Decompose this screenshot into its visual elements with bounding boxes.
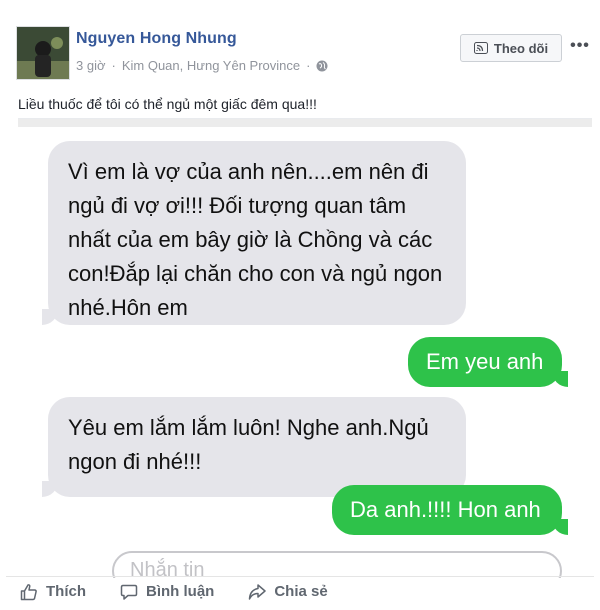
- incoming-message-bubble: Vì em là vợ của anh nên....em nên đi ngủ…: [48, 141, 466, 325]
- outgoing-message-bubble: Em yeu anh: [408, 337, 562, 387]
- facebook-post-card: Nguyen Hong Nhung 3 giờ · Kim Quan, Hưng…: [6, 6, 594, 604]
- like-button[interactable]: Thích: [20, 583, 86, 601]
- bubble-tail: [552, 371, 568, 387]
- post-header: Nguyen Hong Nhung 3 giờ · Kim Quan, Hưng…: [6, 20, 594, 90]
- avatar[interactable]: [16, 26, 70, 80]
- comment-button[interactable]: Bình luận: [120, 583, 214, 601]
- share-button[interactable]: Chia sẻ: [248, 583, 328, 601]
- message-input: Nhắn tin: [112, 551, 562, 578]
- like-label: Thích: [46, 583, 86, 600]
- bubble-tail: [42, 481, 58, 497]
- thumbs-up-icon: [20, 583, 37, 600]
- post-time[interactable]: 3 giờ: [76, 58, 106, 73]
- follow-button[interactable]: Theo dõi: [460, 34, 562, 62]
- comment-icon: [120, 584, 138, 600]
- post-caption: Liều thuốc để tôi có thể ngủ một giấc đê…: [18, 96, 317, 112]
- post-location[interactable]: Kim Quan, Hưng Yên Province: [122, 58, 300, 73]
- post-meta: 3 giờ · Kim Quan, Hưng Yên Province ·: [76, 58, 328, 73]
- share-arrow-icon: [249, 583, 267, 600]
- author-name[interactable]: Nguyen Hong Nhung: [76, 30, 237, 48]
- meta-separator: ·: [306, 58, 311, 73]
- chat-screenshot[interactable]: Vì em là vợ của anh nên....em nên đi ngủ…: [18, 118, 592, 578]
- share-label: Chia sẻ: [274, 583, 328, 600]
- screenshot-top-strip: [18, 119, 592, 127]
- more-options-icon[interactable]: •••: [570, 36, 590, 56]
- bubble-tail: [552, 519, 568, 535]
- meta-separator: ·: [111, 58, 116, 73]
- comment-label: Bình luận: [146, 583, 215, 600]
- incoming-message-bubble: Yêu em lắm lắm luôn! Nghe anh.Ngủ ngon đ…: [48, 397, 466, 497]
- rss-follow-icon: [473, 42, 488, 54]
- bubble-tail: [42, 309, 58, 325]
- outgoing-message-bubble: Da anh.!!!! Hon anh: [332, 485, 562, 535]
- globe-icon: [316, 60, 328, 71]
- avatar-photo-icon: [17, 27, 69, 79]
- post-actions-bar: Thích Bình luận Chia sẻ: [6, 576, 594, 606]
- follow-label: Theo dõi: [493, 40, 549, 56]
